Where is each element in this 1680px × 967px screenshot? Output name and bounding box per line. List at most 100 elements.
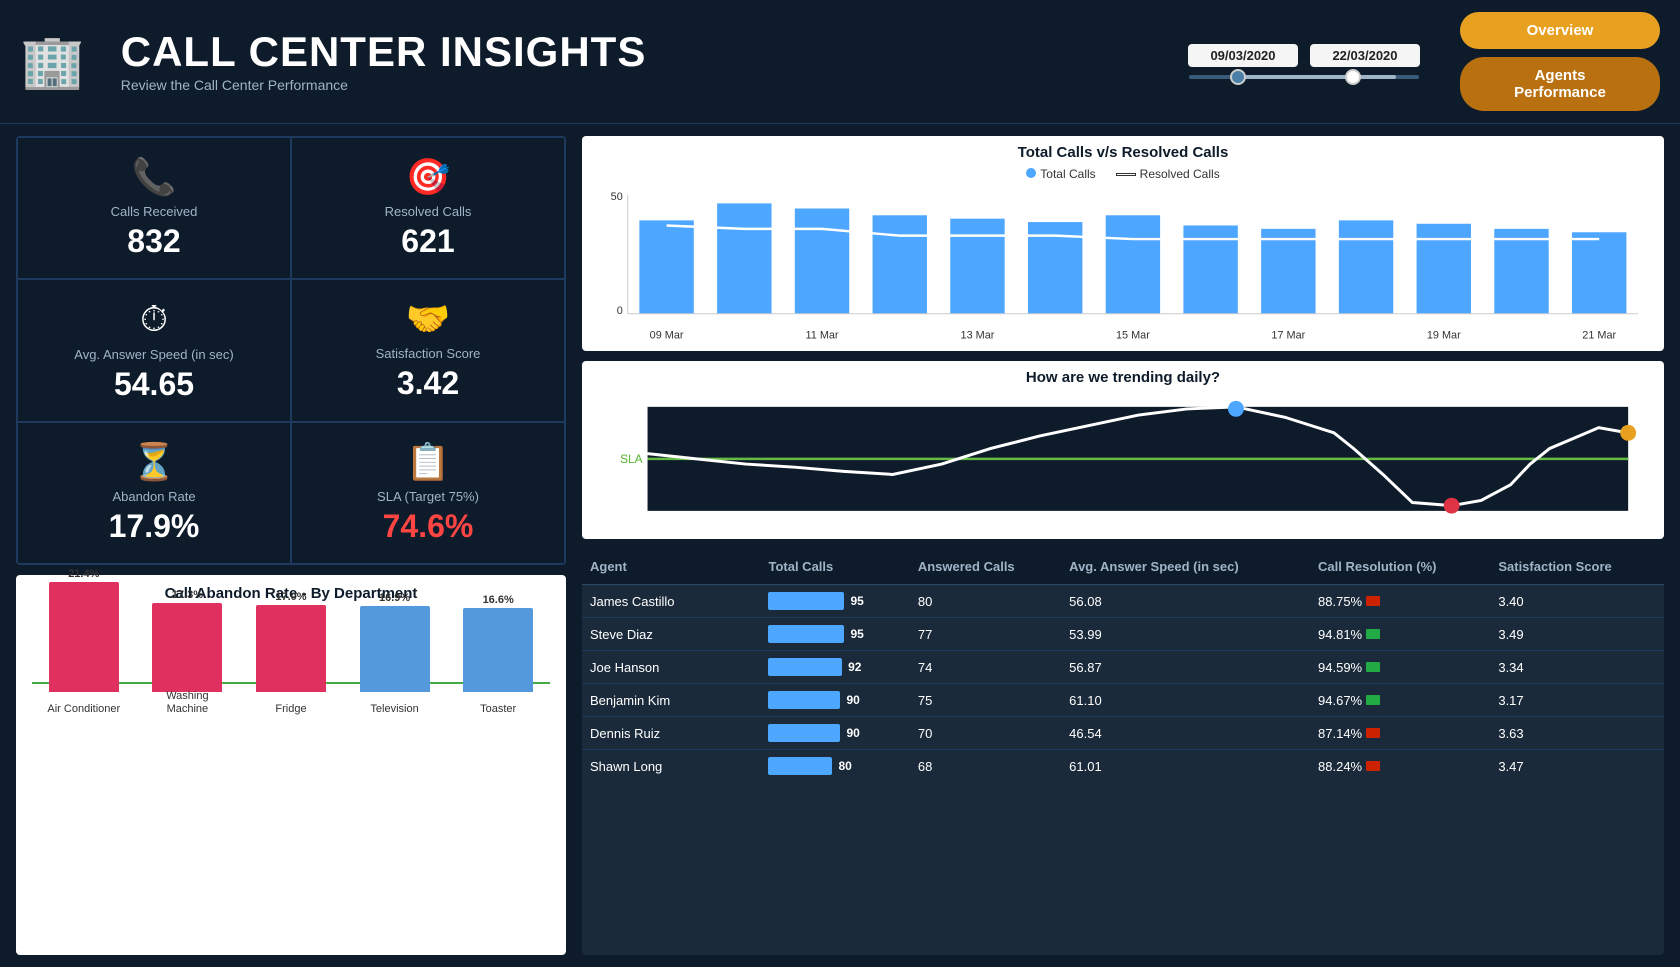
kpi-label-resolved-calls: Resolved Calls (385, 204, 472, 219)
date-from[interactable]: 09/03/2020 (1188, 44, 1298, 67)
bar-rect-0 (49, 582, 119, 692)
col-header-satisfaction-score: Satisfaction Score (1490, 549, 1664, 585)
bar-9 (1339, 220, 1393, 313)
bar-pct-0: 21.4% (68, 568, 99, 580)
avg-speed-0: 56.08 (1061, 585, 1310, 618)
agent-name-3: Benjamin Kim (582, 684, 760, 717)
col-header-answered-calls: Answered Calls (910, 549, 1061, 585)
trending-chart-panel: How are we trending daily? SLASLA (582, 361, 1664, 539)
bar-rect-1 (152, 603, 222, 692)
col-header-call-resolution-(%): Call Resolution (%) (1310, 549, 1490, 585)
svg-text:50: 50 (611, 191, 623, 203)
table-row: James Castillo958056.0888.75% 3.40 (582, 585, 1664, 618)
overview-button[interactable]: Overview (1460, 12, 1660, 49)
bar-pct-1: 17.3% (172, 589, 203, 601)
agent-name-0: James Castillo (582, 585, 760, 618)
right-panel: Total Calls v/s Resolved Calls Total Cal… (582, 136, 1664, 955)
flag-icon-1 (1366, 629, 1380, 639)
title-block: CALL CENTER INSIGHTS Review the Call Cen… (121, 31, 647, 93)
bar-3 (873, 215, 927, 313)
kpi-value-abandon-rate: 17.9% (109, 508, 200, 545)
total-calls-cell-1: 95 (760, 618, 909, 651)
bar-cell: 92 (768, 658, 901, 676)
agents-table: AgentTotal CallsAnswered CallsAvg. Answe… (582, 549, 1664, 779)
slider-track (1189, 75, 1419, 79)
total-calls-cell-2: 92 (760, 651, 909, 684)
svg-text:0: 0 (617, 305, 623, 317)
table-row: Dennis Ruiz907046.5487.14% 3.63 (582, 717, 1664, 750)
total-calls-title: Total Calls v/s Resolved Calls (598, 144, 1648, 161)
date-to[interactable]: 22/03/2020 (1310, 44, 1420, 67)
slider-thumb-right[interactable] (1345, 69, 1361, 85)
total-calls-cell-4: 90 (760, 717, 909, 750)
avg-speed-3: 61.10 (1061, 684, 1310, 717)
flag-icon-0 (1366, 596, 1380, 606)
col-header-avg.-answer-speed-(in-sec): Avg. Answer Speed (in sec) (1061, 549, 1310, 585)
flag-icon-2 (1366, 662, 1380, 672)
call-resolution-1: 94.81% (1310, 618, 1490, 651)
bar-chart-area: 21.4%Air Conditioner17.3%Washing Machine… (32, 610, 550, 740)
bar-cell: 90 (768, 691, 901, 709)
kpi-label-abandon-rate: Abandon Rate (112, 489, 195, 504)
bar-rect-4 (463, 608, 533, 692)
satisfaction-1: 3.49 (1490, 618, 1664, 651)
date-inputs: 09/03/2020 22/03/2020 (1188, 44, 1420, 67)
bar-0 (639, 220, 693, 313)
left-panel: 📞 Calls Received 832 🎯 Resolved Calls 62… (16, 136, 566, 955)
table-bar (768, 691, 840, 709)
satisfaction-2: 3.34 (1490, 651, 1664, 684)
legend-dot (1026, 168, 1036, 178)
kpi-icon-abandon-rate: ⏳ (132, 441, 177, 483)
kpi-cell-satisfaction-score: 🤝 Satisfaction Score 3.42 (291, 279, 565, 422)
avg-speed-4: 46.54 (1061, 717, 1310, 750)
bar-label-1: Washing Machine (147, 690, 227, 716)
kpi-icon-avg-answer-speed: ⏱ (140, 298, 168, 341)
range-slider[interactable] (1189, 75, 1419, 79)
bar-12 (1572, 232, 1626, 314)
svg-text:SLA: SLA (620, 452, 643, 466)
header: 🏢 CALL CENTER INSIGHTS Review the Call C… (0, 0, 1680, 124)
call-resolution-4: 87.14% (1310, 717, 1490, 750)
avg-speed-1: 53.99 (1061, 618, 1310, 651)
agent-name-2: Joe Hanson (582, 651, 760, 684)
legend-line-icon (1116, 173, 1136, 176)
table-scroll[interactable]: AgentTotal CallsAnswered CallsAvg. Answe… (582, 549, 1664, 779)
table-row: Shawn Long806861.0188.24% 3.47 (582, 750, 1664, 780)
bar-group-3: 16.9%Television (360, 592, 430, 716)
slider-thumb-left[interactable] (1230, 69, 1246, 85)
agents-performance-button[interactable]: Agents Performance (1460, 57, 1660, 111)
svg-text:19 Mar: 19 Mar (1427, 330, 1461, 342)
call-resolution-5: 88.24% (1310, 750, 1490, 780)
bar-pct-3: 16.9% (379, 592, 410, 604)
bar-val: 90 (846, 726, 859, 740)
bar-val: 80 (838, 759, 851, 773)
slider-fill (1235, 75, 1396, 79)
bar-pct-4: 16.6% (483, 594, 514, 606)
logo: 🏢 (20, 31, 97, 92)
answered-calls-0: 80 (910, 585, 1061, 618)
bar-val: 95 (850, 627, 863, 641)
bar-label-2: Fridge (251, 703, 331, 716)
table-row: Joe Hanson927456.8794.59% 3.34 (582, 651, 1664, 684)
kpi-cell-resolved-calls: 🎯 Resolved Calls 621 (291, 137, 565, 279)
bar-pct-2: 17.0% (275, 591, 306, 603)
kpi-value-calls-received: 832 (127, 223, 180, 260)
total-calls-svg: 50009 Mar11 Mar13 Mar15 Mar17 Mar19 Mar2… (598, 185, 1648, 343)
kpi-icon-sla: 📋 (406, 441, 451, 483)
kpi-grid: 📞 Calls Received 832 🎯 Resolved Calls 62… (16, 136, 566, 565)
date-range: 09/03/2020 22/03/2020 (1188, 44, 1420, 79)
bar-chart-section: Call Abandon Rate - By Department 21.4%A… (16, 575, 566, 955)
table-bar (768, 724, 840, 742)
bar-cell: 95 (768, 592, 901, 610)
bar-group-4: 16.6%Toaster (463, 594, 533, 716)
bar-group-1: 17.3%Washing Machine (152, 589, 222, 716)
answered-calls-3: 75 (910, 684, 1061, 717)
table-bar (768, 658, 842, 676)
bar-rect-2 (256, 605, 326, 692)
col-header-total-calls: Total Calls (760, 549, 909, 585)
satisfaction-5: 3.47 (1490, 750, 1664, 780)
kpi-cell-sla: 📋 SLA (Target 75%) 74.6% (291, 422, 565, 564)
bar-group-2: 17.0%Fridge (256, 591, 326, 716)
kpi-label-calls-received: Calls Received (111, 204, 198, 219)
svg-text:21 Mar: 21 Mar (1582, 330, 1616, 342)
